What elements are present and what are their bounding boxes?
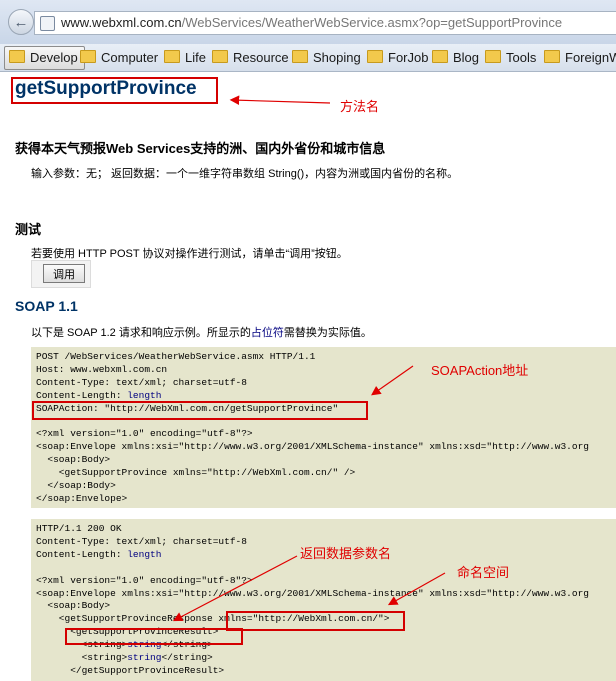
url-path: /WebServices/WeatherWebService.asmx?op=g… bbox=[181, 15, 563, 30]
bookmark-foreignw[interactable]: ForeignW bbox=[544, 47, 616, 69]
folder-icon bbox=[164, 50, 180, 63]
folder-icon bbox=[544, 50, 560, 63]
bookmark-shoping[interactable]: Shoping bbox=[292, 47, 361, 69]
bookmarks-bar: Develop Computer Life Resource Shoping F… bbox=[0, 44, 616, 72]
browser-address-bar: ← www.webxml.com.cn/WebServices/WeatherW… bbox=[0, 0, 616, 44]
test-heading: 测试 bbox=[15, 222, 42, 237]
invoke-button[interactable]: 调用 bbox=[43, 264, 85, 283]
method-name-highlight bbox=[11, 77, 218, 104]
soap-heading: SOAP 1.1 bbox=[15, 298, 78, 314]
bookmark-develop[interactable]: Develop bbox=[4, 46, 85, 70]
page-icon bbox=[40, 16, 55, 31]
folder-icon bbox=[9, 50, 25, 63]
description-text: 输入参数：无； 返回数据：一个一维字符串数组 String()，内容为洲或国内省… bbox=[31, 168, 459, 180]
soap-action-highlight bbox=[32, 401, 368, 420]
bookmark-blog[interactable]: Blog bbox=[432, 47, 479, 69]
result-param-highlight bbox=[65, 628, 243, 645]
folder-icon bbox=[292, 50, 308, 63]
folder-icon bbox=[212, 50, 228, 63]
test-instructions: 若要使用 HTTP POST 协议对操作进行测试，请单击“调用”按钮。 bbox=[31, 248, 348, 260]
url-input[interactable]: www.webxml.com.cn/WebServices/WeatherWeb… bbox=[34, 11, 616, 35]
annotation-method-name: 方法名 bbox=[340, 99, 380, 114]
folder-icon bbox=[432, 50, 448, 63]
bookmark-forjob[interactable]: ForJob bbox=[367, 47, 428, 69]
bookmark-tools[interactable]: Tools bbox=[485, 47, 536, 69]
annotation-soap-action: SOAPAction地址 bbox=[431, 363, 529, 378]
bookmark-computer[interactable]: Computer bbox=[80, 47, 158, 69]
bookmark-life[interactable]: Life bbox=[164, 47, 206, 69]
invoke-form: 调用 bbox=[31, 260, 91, 288]
back-button[interactable]: ← bbox=[8, 9, 34, 35]
folder-icon bbox=[80, 50, 96, 63]
annotation-namespace: 命名空间 bbox=[457, 565, 510, 580]
namespace-highlight bbox=[226, 611, 405, 631]
soap-intro: 以下是 SOAP 1.2 请求和响应示例。所显示的占位符需替换为实际值。 bbox=[31, 327, 372, 339]
folder-icon bbox=[367, 50, 383, 63]
bookmark-resource[interactable]: Resource bbox=[212, 47, 289, 69]
back-arrow-icon: ← bbox=[13, 13, 29, 31]
placeholder-word: 占位符 bbox=[250, 327, 284, 339]
description-heading: 获得本天气预报Web Services支持的洲、国内外省份和城市信息 bbox=[15, 141, 386, 156]
url-host: www.webxml.com.cn bbox=[61, 15, 182, 30]
folder-icon bbox=[485, 50, 501, 63]
annotation-return-param: 返回数据参数名 bbox=[300, 546, 392, 561]
